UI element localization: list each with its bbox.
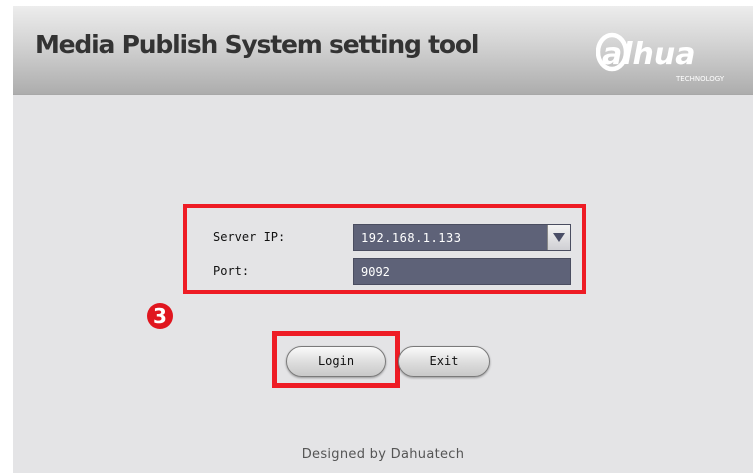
exit-button[interactable]: Exit xyxy=(398,346,490,377)
logo-text: alhua xyxy=(602,37,696,72)
server-ip-value: 192.168.1.133 xyxy=(361,231,462,245)
dahua-logo: alhua TECHNOLOGY xyxy=(596,32,725,83)
footer-credit: Designed by Dahuatech xyxy=(301,447,465,462)
server-ip-select[interactable]: 192.168.1.133 xyxy=(353,224,571,251)
server-ip-label: Server IP: xyxy=(213,230,286,244)
step-number-badge: 3 xyxy=(147,303,173,329)
dropdown-arrow-button[interactable] xyxy=(547,225,570,250)
app-title: Media Publish System setting tool xyxy=(35,30,479,59)
chevron-down-icon xyxy=(553,233,565,242)
app-window: Media Publish System setting tool alhua … xyxy=(13,6,753,473)
port-label: Port: xyxy=(213,264,250,278)
logo-subtext: TECHNOLOGY xyxy=(675,75,725,83)
port-input[interactable]: 9092 xyxy=(353,258,571,285)
title-bar: Media Publish System setting tool alhua … xyxy=(13,6,753,95)
login-button[interactable]: Login xyxy=(286,346,386,377)
